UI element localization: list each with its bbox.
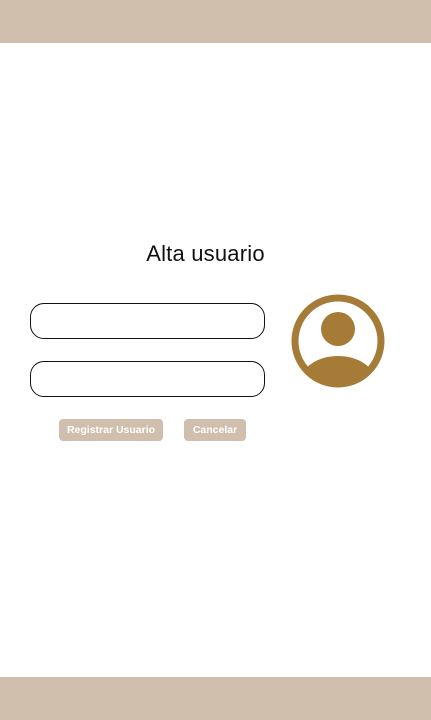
page-title: Alta usuario	[146, 241, 265, 266]
user-avatar-icon[interactable]	[291, 294, 385, 388]
username-input[interactable]	[30, 303, 265, 339]
second-field-input[interactable]	[30, 361, 265, 397]
cancel-button[interactable]: Cancelar	[184, 419, 246, 441]
register-user-button[interactable]: Registrar Usuario	[59, 419, 163, 441]
top-bar	[0, 0, 431, 43]
bottom-bar	[0, 677, 431, 720]
